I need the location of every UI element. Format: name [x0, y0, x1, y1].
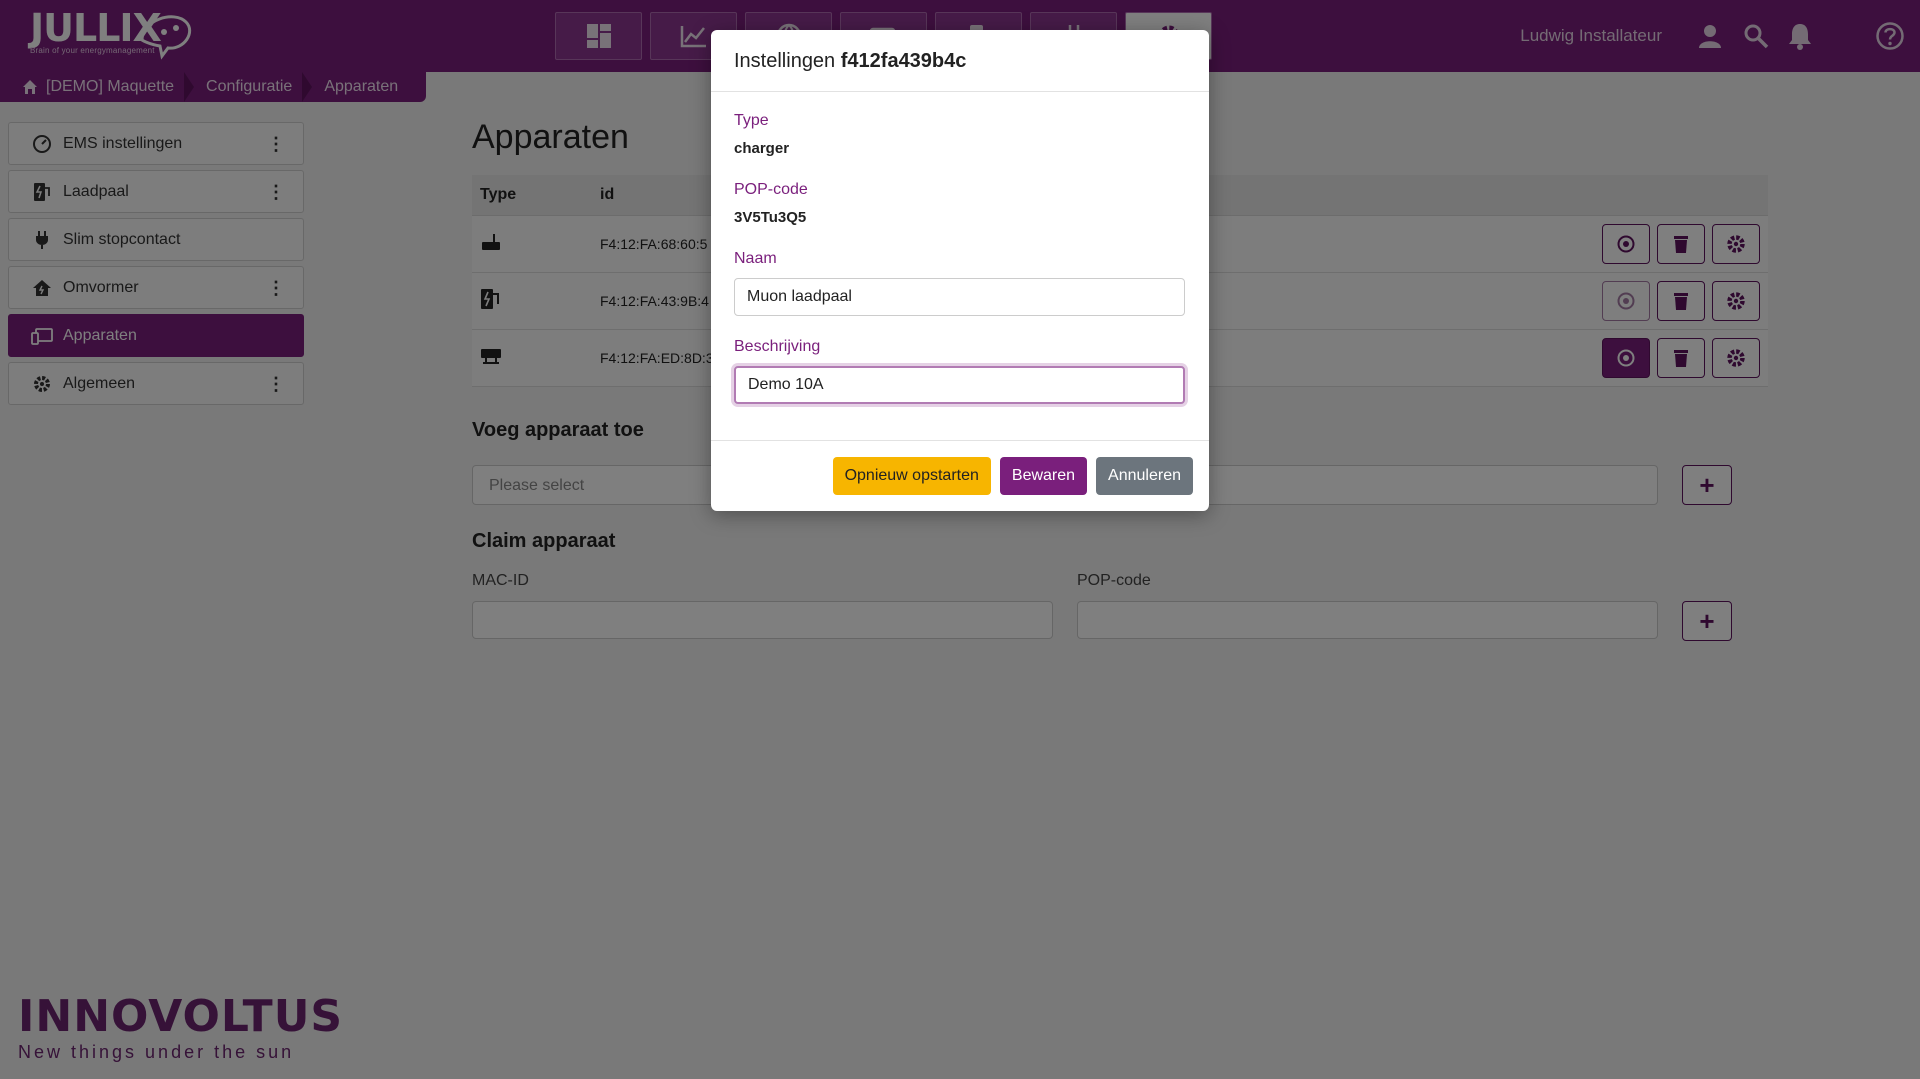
modal-footer: Opnieuw opstarten Bewaren Annuleren: [711, 440, 1209, 511]
type-label: Type: [734, 112, 769, 129]
modal-title-device-id: f412fa439b4c: [840, 50, 967, 72]
modal-title-prefix: Instellingen: [734, 50, 836, 72]
description-label: Beschrijving: [734, 338, 821, 355]
pop-code-value: 3V5Tu3Q5: [734, 209, 807, 226]
restart-button[interactable]: Opnieuw opstarten: [832, 457, 991, 495]
modal-header: Instellingen f412fa439b4c: [711, 30, 1209, 92]
modal-title: Instellingen f412fa439b4c: [734, 50, 1186, 73]
device-settings-modal: Instellingen f412fa439b4c Type charger P…: [711, 30, 1209, 511]
name-label: Naam: [734, 250, 777, 267]
pop-code-label: POP-code: [734, 181, 808, 198]
name-input[interactable]: [734, 278, 1185, 316]
save-button[interactable]: Bewaren: [999, 457, 1088, 495]
description-input[interactable]: [734, 366, 1185, 404]
modal-body: Type charger POP-code 3V5Tu3Q5 Naam Besc…: [711, 92, 1209, 404]
type-value: charger: [734, 140, 790, 157]
cancel-button[interactable]: Annuleren: [1096, 457, 1193, 495]
